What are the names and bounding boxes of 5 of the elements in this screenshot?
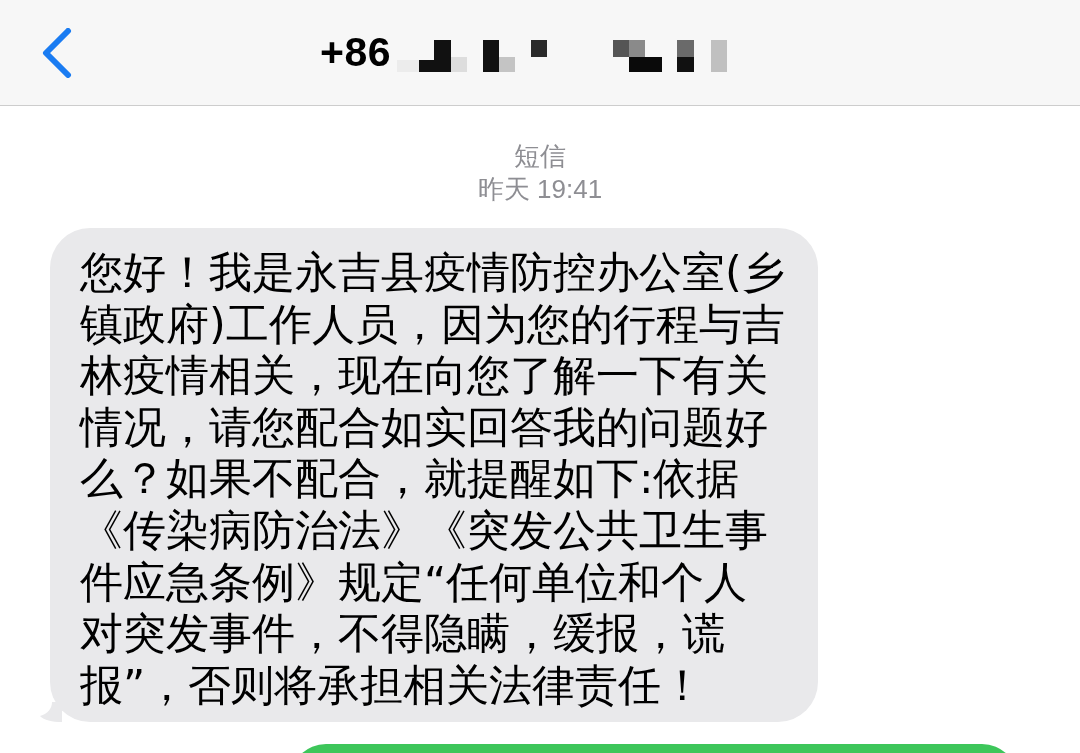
message-service-label: 短信 [514, 140, 566, 173]
contact-number: +86 [320, 32, 392, 73]
message-timestamp: 昨天 19:41 [477, 173, 603, 206]
message-text: 您好！我是永吉县疫情防控办公室(乡镇政府)工作人员，因为您的行程与吉林疫情相关，现在向您了解一下有关情况，请您配合如实回答我的问题好么？如果不配合，就提醒如下:依据《传染病防治法》《突发公共卫生事件应急条例》规定“任何单位和个人对突发事件，不得隐瞒，缓报，谎报”，否则将承担相关法律责任！ [80, 247, 786, 712]
back-icon[interactable] [42, 27, 72, 78]
